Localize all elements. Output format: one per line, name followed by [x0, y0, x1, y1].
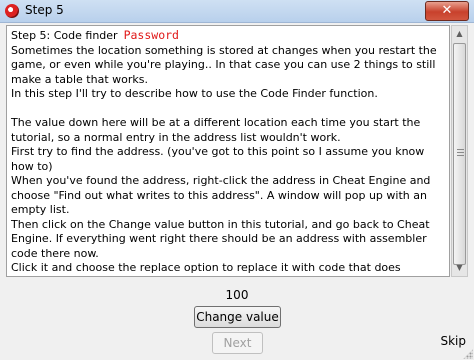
window-title: Step 5: [25, 3, 64, 17]
skip-link[interactable]: Skip: [440, 334, 466, 348]
paragraph: First try to find the address. (you've g…: [11, 145, 425, 173]
password-text: Password: [123, 28, 179, 42]
value-display: 100: [225, 288, 249, 302]
close-button[interactable]: ✕: [425, 1, 469, 21]
scrollbar-grip: [457, 149, 464, 157]
cheat-engine-icon: [5, 4, 19, 18]
title-bar[interactable]: Step 5 ✕: [0, 0, 474, 23]
scrollbar-thumb[interactable]: [453, 43, 466, 265]
paragraph: The value down here will be at a differe…: [11, 116, 421, 144]
paragraph: Then click on the Change value button in…: [11, 217, 430, 260]
paragraph: Sometimes the location something is stor…: [11, 43, 437, 86]
paragraph: Click it and choose the replace option t…: [11, 261, 433, 276]
close-icon: ✕: [441, 3, 453, 18]
paragraph: In this step I'll try to describe how to…: [11, 87, 378, 100]
resize-grip[interactable]: [463, 349, 473, 359]
next-button[interactable]: Next: [212, 332, 263, 354]
step-heading: Step 5: Code finder: [11, 29, 118, 42]
scroll-down-arrow-icon[interactable]: ▼: [452, 260, 467, 276]
paragraph: When you've found the address, right-cli…: [11, 174, 431, 216]
step-heading-line: Step 5: Code finder Password: [11, 28, 445, 44]
tutorial-text-area[interactable]: Step 5: Code finder Password Sometimes th…: [6, 25, 450, 277]
vertical-scrollbar[interactable]: ▲ ▼: [451, 25, 468, 277]
paragraph-blank: [11, 102, 445, 117]
scroll-up-arrow-icon[interactable]: ▲: [452, 26, 467, 42]
change-value-button[interactable]: Change value: [194, 306, 281, 328]
